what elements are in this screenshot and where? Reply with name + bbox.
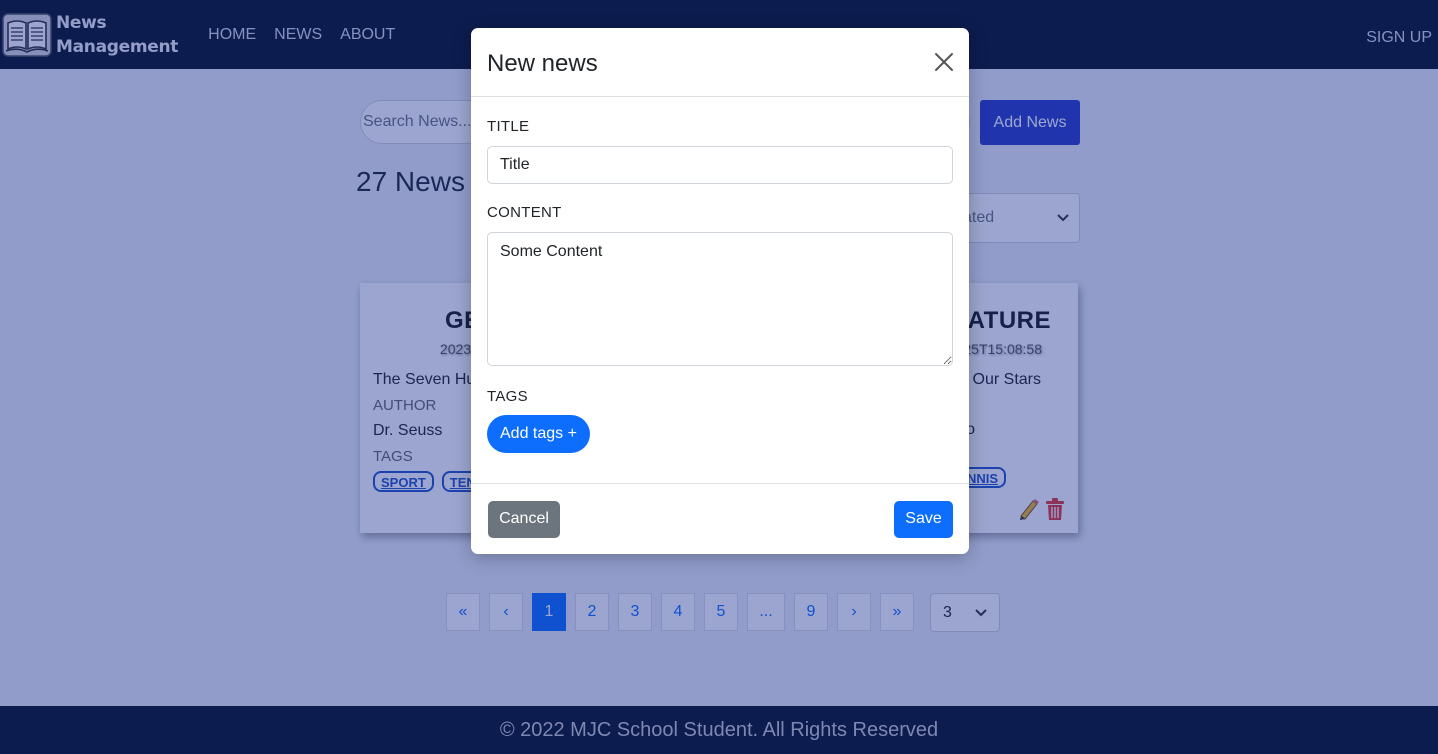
title-label: TITLE (487, 118, 530, 135)
new-news-dialog: New news TITLE CONTENT Some Content TAGS… (471, 28, 969, 554)
modal-body: TITLE CONTENT Some Content TAGS Add tags… (471, 118, 969, 453)
save-button[interactable]: Save (894, 500, 953, 538)
content-label: CONTENT (487, 204, 562, 221)
modal-title: New news (487, 50, 598, 77)
add-tags-button[interactable]: Add tags + (487, 415, 590, 453)
modal-footer: Cancel Save (471, 483, 969, 554)
content-textarea[interactable]: Some Content (487, 232, 953, 366)
close-icon[interactable] (933, 51, 955, 73)
title-input[interactable] (487, 146, 953, 184)
tags-label: TAGS (487, 388, 528, 405)
modal-header: New news (471, 28, 969, 97)
cancel-button[interactable]: Cancel (488, 500, 560, 538)
